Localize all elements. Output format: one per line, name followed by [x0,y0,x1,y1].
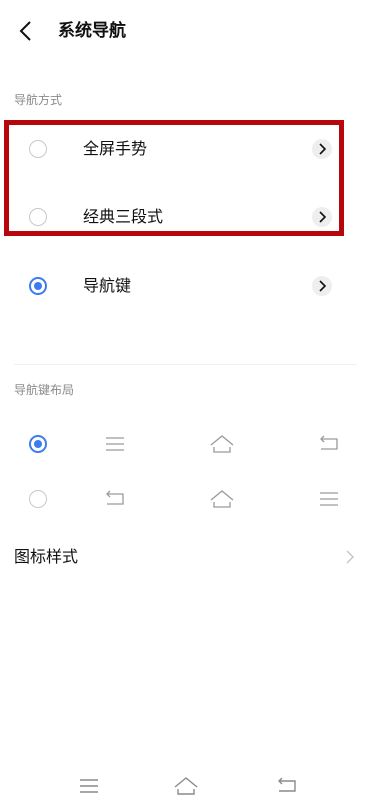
section-label-nav-mode: 导航方式 [14,93,63,107]
layout-option-2[interactable] [0,469,371,529]
icon-style-label: 图标样式 [14,547,79,566]
back-button[interactable] [14,18,40,44]
back-icon [106,490,124,505]
back-icon[interactable] [276,776,298,794]
layout-option-1[interactable] [0,414,371,474]
home-icon [210,435,234,453]
nav-option-nav-keys[interactable]: 导航键 [0,256,371,316]
home-icon [210,490,234,508]
page-title: 系统导航 [58,21,126,41]
radio-layout-1[interactable] [29,435,47,453]
radio-nav-keys[interactable] [29,277,47,295]
divider [14,364,357,365]
section-label-key-layout: 导航键布局 [14,383,75,397]
menu-icon[interactable] [78,777,100,795]
radio-layout-2[interactable] [29,490,47,508]
highlight-annotation-box [4,120,344,236]
system-nav-bar [0,766,371,801]
menu-icon [320,492,338,506]
chevron-right-icon [346,550,354,564]
home-icon[interactable] [172,775,200,797]
chevron-right-icon [319,280,327,292]
chevron-left-icon [19,21,31,41]
header-bar: 系统导航 [0,0,371,62]
option-label-nav-keys: 导航键 [83,276,132,295]
back-icon [320,435,338,450]
icon-style-row[interactable]: 图标样式 [0,534,371,580]
chevron-right-button[interactable] [312,276,332,296]
menu-icon [106,437,124,451]
